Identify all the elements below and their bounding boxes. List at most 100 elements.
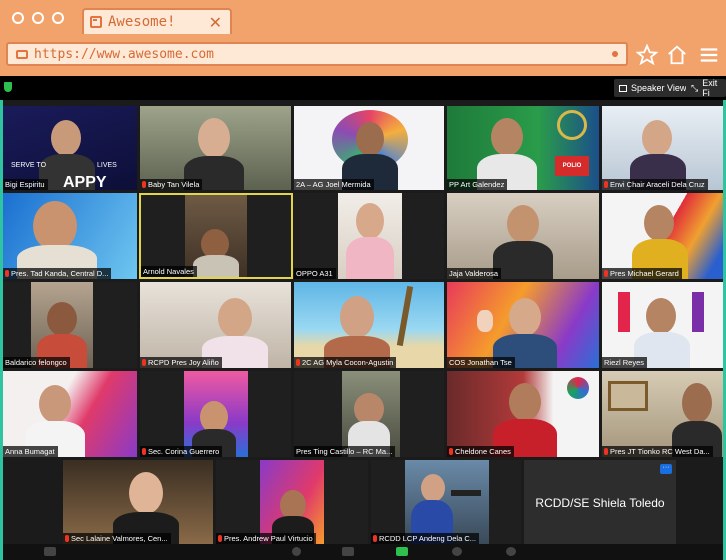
participant-tile[interactable]: Sec. Corina Guerrero [140,371,291,457]
participant-face [642,120,672,156]
participant-face [51,120,81,156]
participant-tile[interactable]: 2C AG Myla Cocon-Agustin [294,282,444,368]
participant-name-label: Baldarico felongco [3,357,70,368]
participant-tile[interactable]: SERVE TO LIVES APPY NEW Bigi Espiritu [3,106,137,190]
participant-face [509,298,541,336]
participant-name-label: COS Jonathan Tse [447,357,515,368]
participant-name-label: RCPD Pres Joy Aliño [140,357,222,368]
address-bar[interactable]: https://www.awesome.com [6,42,628,66]
participant-face [509,383,541,421]
participant-tile[interactable]: Envi Chair Araceli Dela Cruz [602,106,723,190]
participant-face [33,201,77,251]
participant-tile[interactable]: Cheldone Canes [447,371,599,457]
participant-tile[interactable]: 2A – AG Joel Mermida [294,106,444,190]
participant-tile[interactable]: RCPD Pres Joy Aliño [140,282,291,368]
muted-mic-icon [604,448,608,455]
maximize-window-dot[interactable] [52,12,64,24]
muted-mic-icon [218,535,222,542]
star-icon[interactable] [636,44,658,66]
more-options-icon[interactable]: ··· [660,464,672,474]
participant-tile[interactable]: POLIO PP Art Galendez [447,106,599,190]
participant-tile[interactable]: Pres JT Tionko RC West Da... [602,371,723,457]
speaker-view-button[interactable]: Speaker View [614,79,692,97]
participant-body [346,237,394,279]
active-speaker-tile[interactable]: Arnold Navales [139,193,293,279]
participant-tile[interactable]: RCDD LCP Andeng Dela C... [371,460,521,544]
participant-name: Cheldone Canes [455,447,511,456]
participant-tile-video-off[interactable]: RCDD/SE Shiela Toledo ··· [524,460,676,544]
address-dot-icon [612,51,618,57]
participants-icon[interactable] [292,547,301,556]
participant-tile[interactable]: OPPO A31 [294,193,444,279]
grid-icon [619,84,627,92]
minimize-window-dot[interactable] [32,12,44,24]
participant-name: Arnold Navales [143,267,194,276]
page-icon [16,49,28,59]
chat-icon[interactable] [342,547,354,556]
participant-name: Pres Michael Gerard [610,269,679,278]
participant-name: 2C AG Myla Cocon-Agustin [302,358,394,367]
participant-name: Pres JT Tionko RC West Da... [610,447,710,456]
participant-name: RCPD Pres Joy Aliño [148,358,219,367]
participant-name: PP Art Galendez [449,180,505,189]
background-text-lives: LIVES [97,162,117,169]
exit-fullscreen-button[interactable]: ⤡ Exit Fi [686,78,726,98]
zoom-top-bar: Speaker View ⤡ Exit Fi [0,76,726,100]
reactions-icon[interactable] [506,547,516,556]
participant-tile[interactable]: Riezl Reyes [602,282,723,368]
browser-chrome: Awesome! ✕ https://www.awesome.com [0,0,726,76]
participant-name: Anna Bumagat [5,447,55,456]
participant-tile[interactable]: Jaja Valderosa [447,193,599,279]
participant-name: Pres. Tad Kanda, Central D... [11,269,109,278]
tab-close-icon[interactable]: ✕ [209,13,222,32]
muted-mic-icon [142,448,146,455]
muted-mic-icon [5,270,9,277]
participant-name: 2A – AG Joel Mermida [296,180,371,189]
muted-mic-icon [142,181,146,188]
record-icon[interactable] [452,547,462,556]
home-icon[interactable] [666,44,688,66]
participant-tile[interactable]: Anna Bumagat [3,371,137,457]
share-screen-icon[interactable] [396,547,408,556]
participant-tile[interactable]: Baby Tan Vilela [140,106,291,190]
participant-tile[interactable]: Baldarico felongco [3,282,137,368]
participant-name: Pres. Andrew Paul Virtucio [224,534,313,543]
end-polio-badge: POLIO [555,156,589,176]
muted-mic-icon [296,359,300,366]
menu-icon[interactable] [698,44,720,66]
participant-name-label: RCDD LCP Andeng Dela C... [371,533,479,544]
background-text-new-year: APPY NEW [63,174,107,190]
participant-name-label: Anna Bumagat [3,446,58,457]
participant-tile[interactable]: COS Jonathan Tse [447,282,599,368]
participant-name-label: Jaja Valderosa [447,268,502,279]
muted-mic-icon [449,448,453,455]
participant-tile[interactable]: Sec Lalaine Valmores, Cen... [63,460,213,544]
participant-name: Baby Tan Vilela [148,180,200,189]
tab-page-icon [90,16,102,28]
participant-name-label: Pres. Andrew Paul Virtucio [216,533,316,544]
participant-face [507,205,539,243]
waving-hand [477,310,493,332]
participant-name: Jaja Valderosa [449,269,499,278]
window-border-left [0,100,3,560]
participant-tile[interactable]: Pres. Andrew Paul Virtucio [216,460,368,544]
participant-name-label: Envi Chair Araceli Dela Cruz [602,179,708,190]
participant-face [646,298,676,334]
participant-name: RCDD LCP Andeng Dela C... [379,534,476,543]
participant-tile[interactable]: Pres Michael Gerard [602,193,723,279]
participant-name: Riezl Reyes [604,358,645,367]
logo-bar-red [618,292,630,332]
close-window-dot[interactable] [12,12,24,24]
window-controls [12,12,64,24]
muted-mic-icon [142,359,146,366]
participant-tile[interactable]: Pres Ting Castillo – RC Ma... [294,371,444,457]
participant-tile[interactable]: Pres. Tad Kanda, Central D... [3,193,137,279]
video-camera-icon[interactable] [44,547,56,556]
participant-face [47,302,77,336]
participant-face [682,383,712,423]
security-shield-icon[interactable] [4,82,12,92]
participant-name-label: Pres. Tad Kanda, Central D... [3,268,112,279]
participant-body [193,255,239,277]
browser-tab[interactable]: Awesome! ✕ [82,8,232,34]
logo-bar-purple [692,292,704,332]
